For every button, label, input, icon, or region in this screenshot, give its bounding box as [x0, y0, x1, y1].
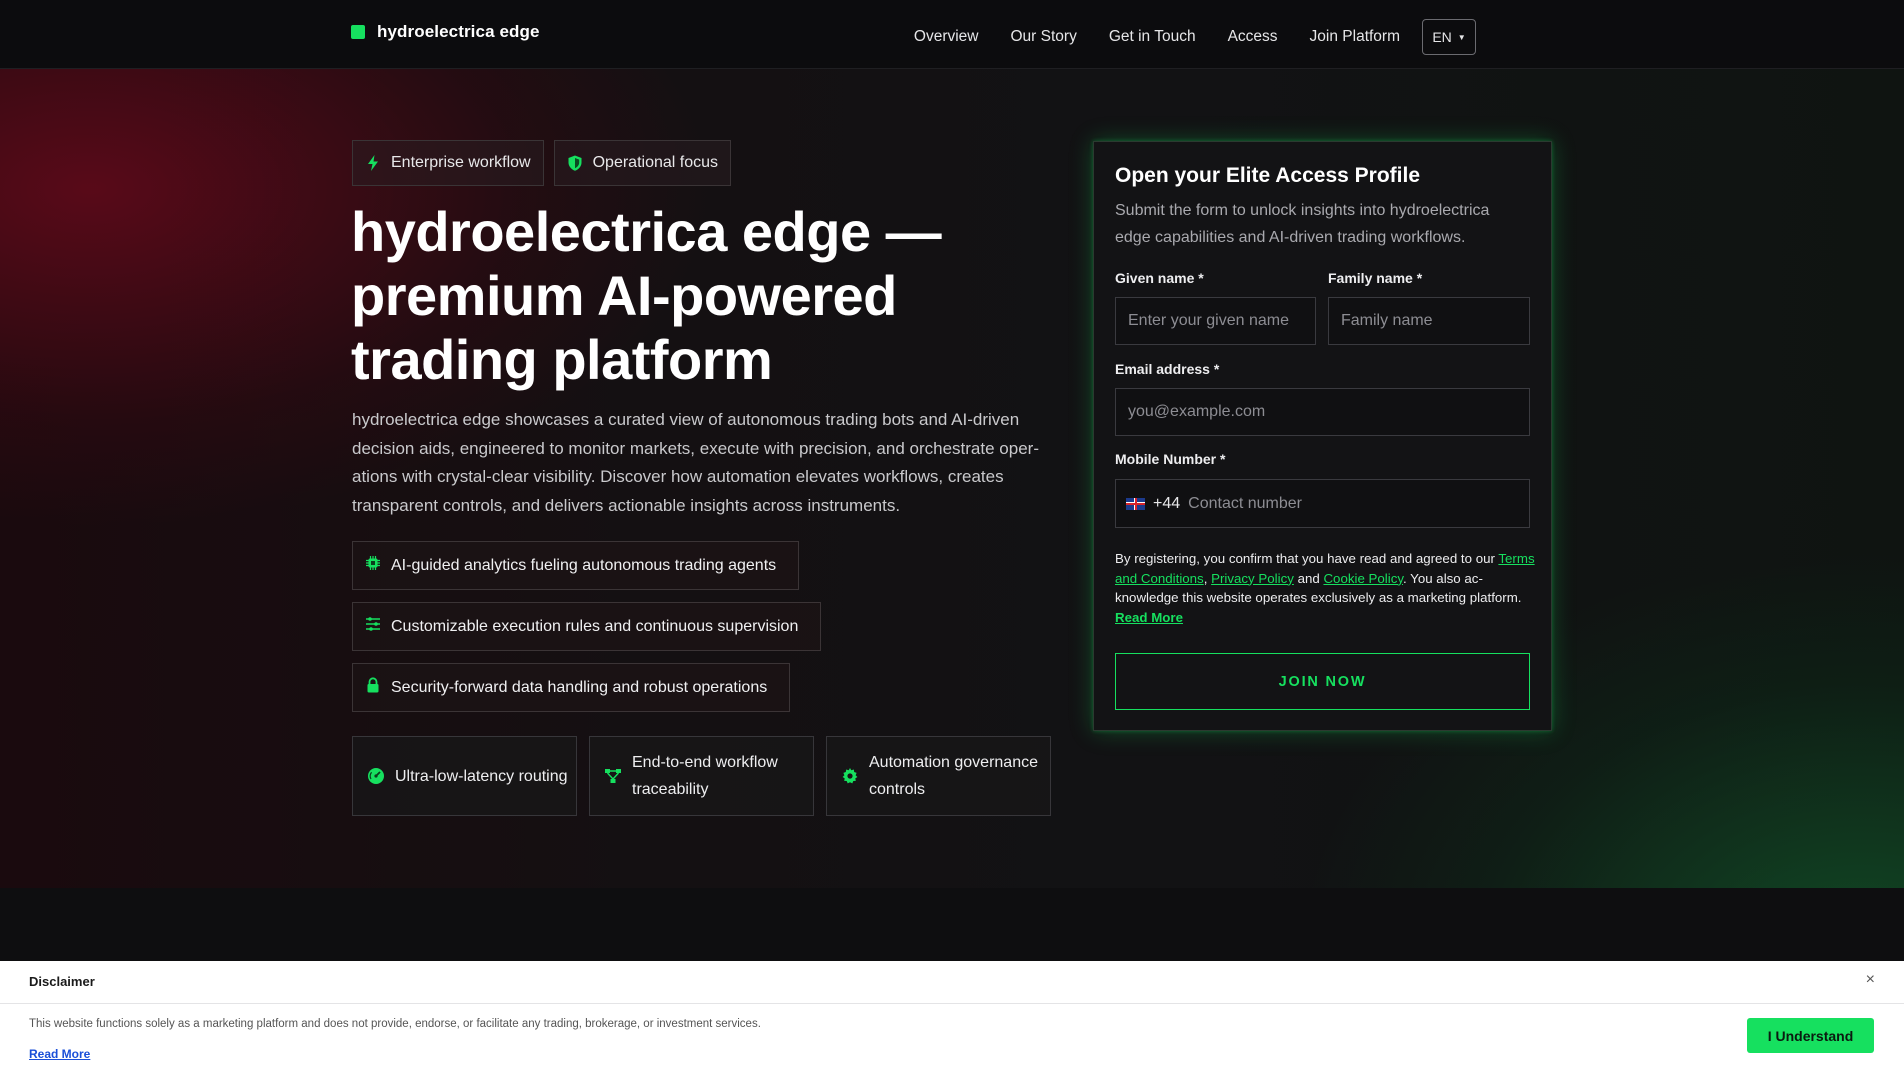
uk-flag-icon[interactable] [1126, 497, 1145, 510]
bolt-icon [368, 155, 378, 171]
legal-and: and [1293, 570, 1324, 586]
disclaimer-text: This website functions solely as a marke… [29, 1018, 761, 1030]
lock-icon [367, 676, 379, 692]
legal-prefix: By registering, you confirm that you hav… [1115, 551, 1499, 566]
disclaimer-banner: Disclaimer × This website functions sole… [0, 961, 1904, 1078]
feature-label: Security-forward data handling and robus… [391, 678, 768, 696]
feature-label: AI-guided analytics fueling autonomous t… [391, 556, 777, 574]
form-title: Open your Elite Access Profile [1115, 164, 1420, 187]
sliders-icon [366, 616, 380, 631]
nav-links: Overview Our Story Get in Touch Access J… [882, 19, 1476, 55]
capability-label: Automation governance controls [869, 754, 1038, 798]
form-subtitle: Submit the form to unlock insights into … [1115, 202, 1490, 246]
privacy-link[interactable]: Privacy Policy [1211, 571, 1294, 586]
email-label: Email address * [1115, 361, 1220, 377]
email-field[interactable] [1115, 388, 1530, 436]
mobile-field[interactable]: +44 [1115, 479, 1530, 528]
capability-card: Ultra-low-latency routing [352, 736, 577, 816]
feature-item: Customizable execution rules and continu… [352, 602, 822, 651]
form-read-more-link[interactable]: Read More [1115, 610, 1183, 625]
capability-cards: Ultra-low-latency routing End-to-end wor… [352, 736, 1051, 816]
given-name-label: Given name * [1115, 270, 1204, 286]
caret-down-icon: ▼ [1457, 32, 1466, 42]
feature-item: Security-forward data handling and robus… [352, 663, 791, 712]
capability-label: Ultra-low-latency routing [395, 767, 568, 785]
capability-card: End-to-end workflow traceability [589, 736, 814, 816]
given-name-field[interactable] [1115, 297, 1316, 345]
nav-link-get-in-touch[interactable]: Get in Touch [1109, 23, 1196, 51]
mobile-number-input[interactable] [1188, 494, 1489, 513]
brand-square-icon [351, 25, 365, 39]
family-name-label: Family name * [1328, 270, 1423, 286]
hero-tags: Enterprise workflow Operational focus [352, 140, 732, 186]
nav-link-our-story[interactable]: Our Story [1011, 23, 1077, 51]
signup-form: Open your Elite Access Profile Submit th… [1093, 141, 1552, 731]
language-label: EN [1432, 29, 1452, 45]
mobile-label: Mobile Number * [1115, 451, 1226, 467]
chip-icon [366, 555, 380, 570]
cookie-link[interactable]: Cookie Policy [1323, 571, 1403, 586]
capability-card: Automation governance controls [826, 736, 1051, 816]
feature-item: AI-guided analytics fueling autonomous t… [352, 541, 800, 590]
shield-icon [568, 155, 582, 171]
tag-enterprise-workflow: Enterprise workflow [352, 140, 544, 186]
hero-description: hydroelectrica edge showcases a curated … [352, 410, 1039, 515]
disclaimer-title: Disclaimer [29, 974, 95, 989]
legal-consent-text: By registering, you confirm that you hav… [1115, 549, 1535, 627]
top-navigation: hydroelectrica edge Overview Our Story G… [0, 0, 1904, 69]
tag-label: Enterprise workflow [391, 154, 531, 171]
hero-headline: hydroelectrica edge — premium AI-powered… [351, 200, 942, 391]
join-now-button[interactable]: JOIN NOW [1115, 653, 1530, 710]
i-understand-button[interactable]: I Understand [1747, 1018, 1874, 1053]
hero-bottom-band [0, 888, 1904, 961]
disclaimer-read-more-link[interactable]: Read More [29, 1047, 90, 1061]
legal-comma: , [1203, 570, 1212, 586]
brand-logo[interactable]: hydroelectrica edge [351, 22, 540, 42]
nav-link-access[interactable]: Access [1228, 23, 1278, 51]
nav-link-join-platform[interactable]: Join Platform [1310, 23, 1400, 51]
capability-label: End-to-end workflow traceability [632, 754, 778, 798]
feature-list: AI-guided analytics fueling autonomous t… [352, 541, 822, 724]
nav-link-overview[interactable]: Overview [914, 23, 979, 51]
family-name-field[interactable] [1328, 297, 1530, 345]
dial-code[interactable]: +44 [1153, 495, 1180, 513]
language-selector[interactable]: EN ▼ [1422, 19, 1476, 55]
tag-label: Operational focus [592, 154, 719, 171]
tag-operational-focus: Operational focus [553, 140, 732, 186]
disclaimer-header: Disclaimer × [0, 961, 1904, 1004]
gear-icon [842, 768, 858, 784]
gauge-icon [368, 768, 384, 784]
brand-name: hydroelectrica edge [377, 22, 540, 41]
flow-icon [605, 769, 621, 783]
close-icon[interactable]: × [1866, 971, 1875, 989]
feature-label: Customizable execution rules and continu… [391, 617, 799, 635]
